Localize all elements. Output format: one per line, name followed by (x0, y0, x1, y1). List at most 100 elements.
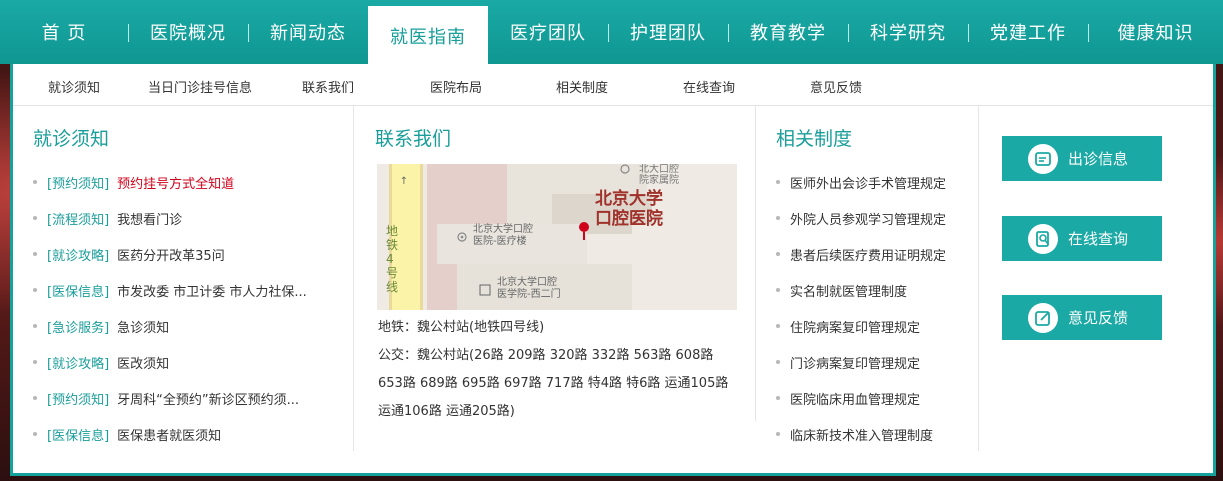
list-item[interactable]: [急诊服务] 急诊须知 (33, 308, 307, 344)
bullet (33, 432, 37, 436)
nav-item-health[interactable]: 健康知识 (1088, 0, 1223, 64)
schedule-button[interactable]: 出诊信息 (1002, 136, 1162, 181)
map-label-clinic: 北京大学口腔 医院-医疗楼 (473, 224, 533, 248)
subnav-item-contact[interactable]: 联系我们 (302, 77, 354, 96)
subnav-item-registration[interactable]: 当日门诊挂号信息 (148, 77, 252, 96)
list-item[interactable]: 住院病案复印管理规定 (776, 308, 946, 344)
list-item[interactable]: [就诊攻略] 医改须知 (33, 344, 307, 380)
notice-link[interactable]: 预约挂号方式全知道 (117, 173, 234, 192)
bullet (33, 180, 37, 184)
list-item[interactable]: [就诊攻略] 医药分开改革35问 (33, 236, 307, 272)
nav-item-home[interactable]: 首 页 (0, 0, 128, 64)
nav-separator (128, 24, 129, 42)
list-item[interactable]: [预约须知] 预约挂号方式全知道 (33, 164, 307, 200)
subnav-item-feedback[interactable]: 意见反馈 (810, 77, 862, 96)
nav-label: 科学研究 (870, 23, 946, 44)
list-item[interactable]: 临床新技术准入管理制度 (776, 416, 946, 452)
feedback-button-label: 意见反馈 (1068, 309, 1129, 327)
schedule-button-label: 出诊信息 (1068, 150, 1129, 168)
nav-label: 就医指南 (390, 27, 466, 48)
notice-link[interactable]: 牙周科“全预约”新诊区预约须... (117, 389, 299, 408)
map-label-subway: 地铁4号线 (386, 224, 399, 294)
rules-list: 医师外出会诊手术管理规定 外院人员参观学习管理规定 患者后续医疗费用证明规定 实… (776, 164, 946, 452)
nav-item-guide[interactable]: 就医指南 (368, 6, 488, 64)
schedule-icon (1028, 143, 1058, 174)
list-item[interactable]: [预约须知] 牙周科“全预约”新诊区预约须... (33, 380, 307, 416)
sub-nav: 就诊须知 当日门诊挂号信息 联系我们 医院布局 相关制度 在线查询 意见反馈 (13, 64, 1213, 106)
location-map[interactable]: ↑ 北大口腔 院家属院 北京大学 口腔医院 北京大学口腔 医院-医疗楼 北京大学… (377, 164, 737, 310)
map-hospital-name: 北京大学 口腔医院 (595, 189, 663, 229)
notice-tag: [就诊攻略] (47, 356, 110, 372)
notice-link[interactable]: 医药分开改革35问 (117, 245, 225, 264)
nav-label: 教育教学 (750, 23, 826, 44)
nav-separator (848, 24, 849, 42)
nav-item-education[interactable]: 教育教学 (728, 0, 848, 64)
list-item[interactable]: [医保信息] 市发改委 市卫计委 市人力社保... (33, 272, 307, 308)
bullet (33, 396, 37, 400)
main-nav: 首 页 医院概况 新闻动态 就医指南 医疗团队 护理团队 教育教学 科学研究 党… (0, 0, 1223, 64)
subnav-item-notice[interactable]: 就诊须知 (48, 77, 100, 96)
list-item[interactable]: [医保信息] 医保患者就医须知 (33, 416, 307, 452)
rule-link[interactable]: 住院病案复印管理规定 (790, 317, 920, 336)
list-item[interactable]: 医师外出会诊手术管理规定 (776, 164, 946, 200)
guide-dropdown-panel: 就诊须知 当日门诊挂号信息 联系我们 医院布局 相关制度 在线查询 意见反馈 就… (10, 64, 1216, 476)
list-item[interactable]: 实名制就医管理制度 (776, 272, 946, 308)
subnav-item-rules[interactable]: 相关制度 (556, 77, 608, 96)
notice-link[interactable]: 市发改委 市卫计委 市人力社保... (117, 281, 307, 300)
rule-link[interactable]: 医院临床用血管理规定 (790, 389, 920, 408)
map-label-family: 北大口腔 院家属院 (639, 164, 679, 186)
nav-item-medical-team[interactable]: 医疗团队 (488, 0, 608, 64)
nav-label: 新闻动态 (270, 23, 346, 44)
bullet (776, 180, 780, 184)
nav-label: 党建工作 (990, 23, 1066, 44)
nav-item-news[interactable]: 新闻动态 (248, 0, 368, 64)
map-label-family-line2: 院家属院 (639, 175, 679, 186)
bullet (776, 288, 780, 292)
nav-label: 健康知识 (1117, 23, 1194, 44)
list-item[interactable]: 医院临床用血管理规定 (776, 380, 946, 416)
notice-tag: [预约须知] (47, 392, 110, 408)
map-hospital-name-line2: 口腔医院 (595, 209, 663, 229)
list-item[interactable]: [流程须知] 我想看门诊 (33, 200, 307, 236)
nav-label: 护理团队 (630, 23, 706, 44)
bullet (776, 432, 780, 436)
nav-item-research[interactable]: 科学研究 (848, 0, 968, 64)
rule-link[interactable]: 外院人员参观学习管理规定 (790, 209, 946, 228)
notice-link[interactable]: 急诊须知 (117, 317, 169, 336)
online-query-button[interactable]: 在线查询 (1002, 216, 1162, 261)
bullet (33, 288, 37, 292)
notice-link[interactable]: 医改须知 (117, 353, 169, 372)
rule-link[interactable]: 医师外出会诊手术管理规定 (790, 173, 946, 192)
rule-link[interactable]: 实名制就医管理制度 (790, 281, 907, 300)
bullet (33, 360, 37, 364)
search-doc-icon (1028, 223, 1058, 254)
subnav-item-online-query[interactable]: 在线查询 (683, 77, 735, 96)
rule-link[interactable]: 临床新技术准入管理制度 (790, 425, 933, 444)
nav-item-party[interactable]: 党建工作 (968, 0, 1088, 64)
notice-tag: [预约须知] (47, 176, 110, 192)
rule-link[interactable]: 门诊病案复印管理规定 (790, 353, 920, 372)
bullet (33, 324, 37, 328)
list-item[interactable]: 门诊病案复印管理规定 (776, 344, 946, 380)
nav-label: 医院概况 (150, 23, 226, 44)
feedback-button[interactable]: 意见反馈 (1002, 295, 1162, 340)
list-item[interactable]: 外院人员参观学习管理规定 (776, 200, 946, 236)
online-query-button-label: 在线查询 (1068, 230, 1129, 248)
subnav-item-layout[interactable]: 医院布局 (430, 77, 482, 96)
nav-item-about[interactable]: 医院概况 (128, 0, 248, 64)
bullet (33, 216, 37, 220)
rules-title: 相关制度 (776, 128, 853, 150)
svg-text:↑: ↑ (400, 176, 408, 187)
column-divider (755, 106, 756, 421)
list-item[interactable]: 患者后续医疗费用证明规定 (776, 236, 946, 272)
nav-item-nursing-team[interactable]: 护理团队 (608, 0, 728, 64)
nav-separator (728, 24, 729, 42)
rule-link[interactable]: 患者后续医疗费用证明规定 (790, 245, 946, 264)
map-label-gate-line1: 北京大学口腔 (497, 277, 557, 288)
notice-tag: [流程须知] (47, 212, 110, 228)
notice-link[interactable]: 我想看门诊 (117, 209, 182, 228)
notice-link[interactable]: 医保患者就医须知 (117, 425, 221, 444)
column-divider (978, 106, 979, 451)
bullet (776, 216, 780, 220)
notice-tag: [医保信息] (47, 284, 110, 300)
